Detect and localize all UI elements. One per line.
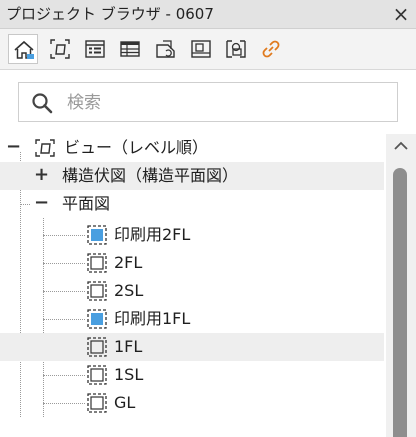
home-view-icon (14, 40, 34, 59)
tree-node-structural-plans[interactable]: + 構造伏図（構造平面図） (0, 162, 384, 190)
tree-item-label: 印刷用1FL (114, 309, 191, 328)
project-tree: − ビュー（レベル順） + 構造伏図（構造平面図） − 平面図 印刷用2FL 2… (0, 134, 384, 437)
schedule-button[interactable] (80, 34, 110, 64)
tree-item-label: 2FL (114, 253, 143, 272)
plan-view-filled-icon (87, 225, 107, 245)
tree-item-label: GL (114, 393, 136, 412)
toolbar (0, 29, 416, 70)
panel-icon (191, 40, 211, 58)
tree-item-2fl[interactable]: 2FL (0, 249, 384, 277)
tree-item-2sl[interactable]: 2SL (0, 277, 384, 305)
view-button[interactable] (45, 34, 75, 64)
plan-view-icon (87, 281, 107, 301)
title-bar: プロジェクト ブラウザ - 0607 × (0, 0, 416, 29)
schedule-icon (85, 40, 105, 58)
tree-item-1fl[interactable]: 1FL (0, 333, 384, 361)
search-icon (32, 93, 53, 114)
tree-item-label: 印刷用2FL (114, 225, 191, 244)
search-box (18, 82, 398, 122)
tree-node-label: ビュー（レベル順） (64, 138, 209, 157)
tree-item-print-1fl[interactable]: 印刷用1FL (0, 305, 384, 333)
group-icon (226, 40, 246, 58)
tree-item-label: 2SL (114, 281, 144, 300)
view-icon (35, 139, 55, 157)
sheet-button[interactable] (150, 34, 180, 64)
plan-view-icon (87, 337, 107, 357)
tree-item-label: 1FL (114, 337, 143, 356)
collapse-icon[interactable]: − (34, 192, 49, 214)
collapse-icon[interactable]: − (6, 136, 21, 158)
group-button[interactable] (221, 34, 251, 64)
close-button[interactable]: × (390, 3, 412, 25)
panel-button[interactable] (186, 34, 216, 64)
tree-node-label: 平面図 (62, 194, 111, 213)
table-icon (120, 41, 140, 57)
tree-item-label: 1SL (114, 365, 144, 384)
search-input[interactable] (65, 89, 389, 117)
sheet-icon (156, 40, 175, 58)
tree-item-print-2fl[interactable]: 印刷用2FL (0, 221, 384, 249)
plan-view-icon (87, 393, 107, 413)
vertical-scrollbar[interactable] (386, 134, 416, 437)
table-button[interactable] (115, 34, 145, 64)
chevron-up-icon[interactable] (392, 138, 410, 154)
plan-view-filled-icon (87, 309, 107, 329)
tree-node-floor-plans[interactable]: − 平面図 (0, 190, 384, 218)
view-icon (50, 39, 70, 59)
home-view-button[interactable] (8, 34, 38, 64)
plan-view-icon (87, 253, 107, 273)
link-icon (262, 40, 280, 58)
tree-node-views-by-level[interactable]: − ビュー（レベル順） (0, 134, 384, 162)
expand-icon[interactable]: + (34, 164, 49, 186)
plan-view-icon (87, 365, 107, 385)
window-title: プロジェクト ブラウザ - 0607 (6, 5, 214, 23)
tree-item-gl[interactable]: GL (0, 389, 384, 417)
link-button[interactable] (256, 34, 286, 64)
scrollbar-thumb[interactable] (393, 168, 407, 437)
tree-item-1sl[interactable]: 1SL (0, 361, 384, 389)
tree-node-label: 構造伏図（構造平面図） (62, 166, 239, 185)
